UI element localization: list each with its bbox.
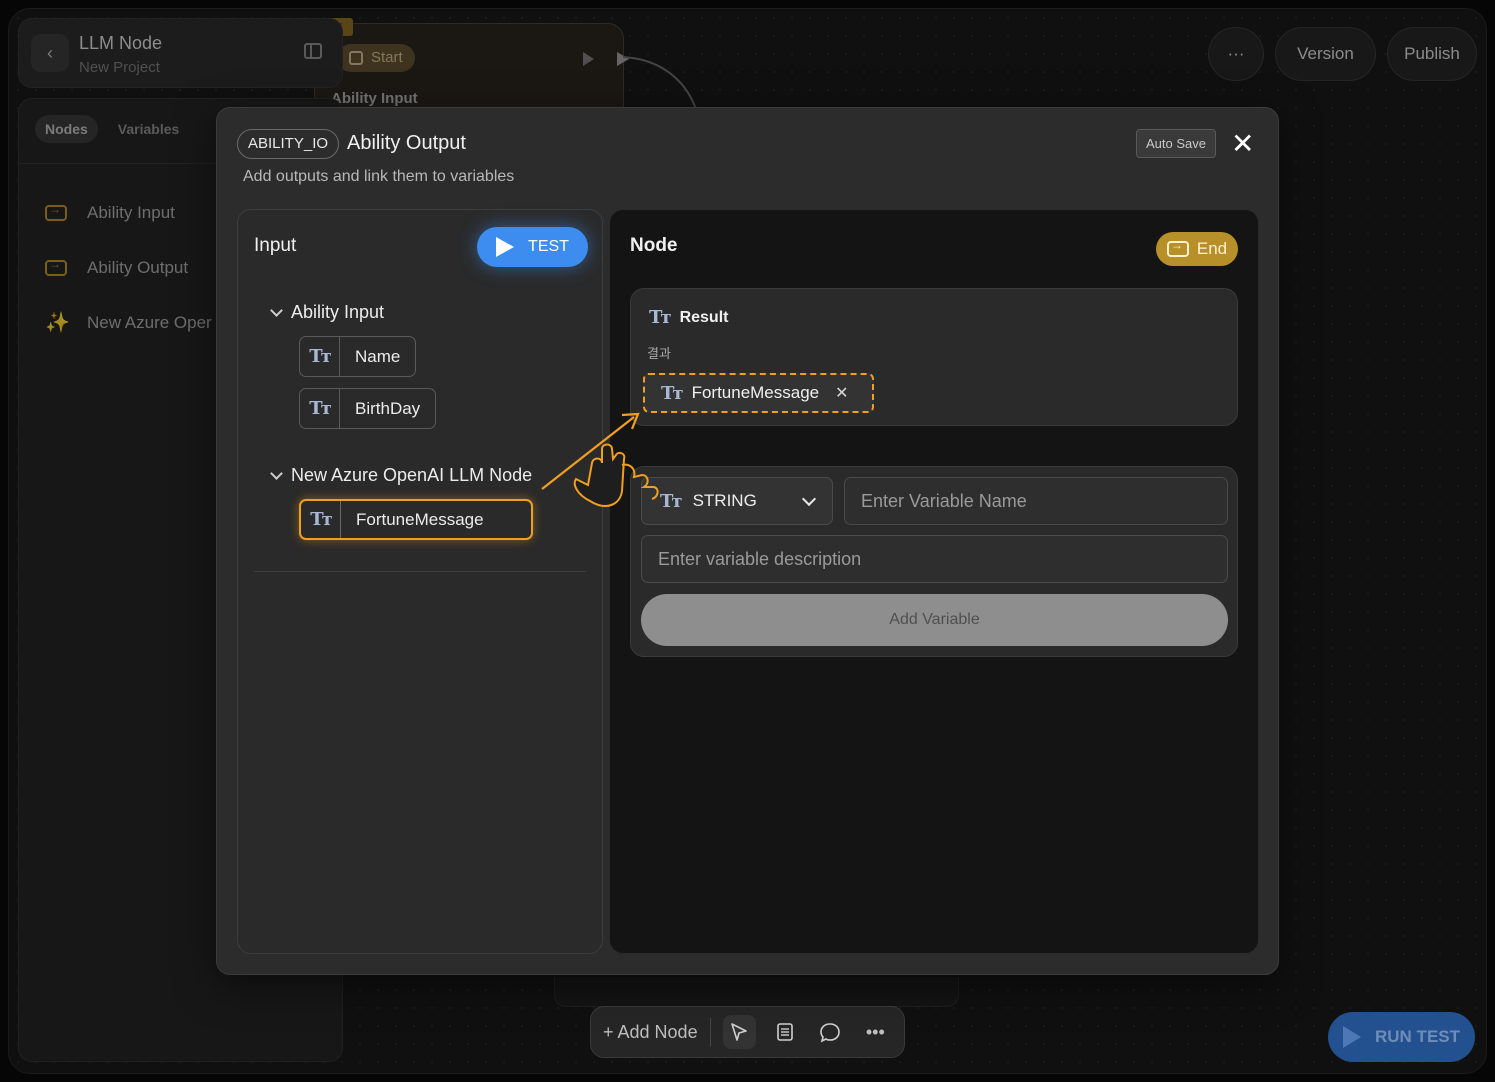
side-tabs: Nodes Variables — [35, 115, 189, 143]
tab-nodes[interactable]: Nodes — [35, 115, 98, 143]
output-variable-card: Tт Result 결과 Tт FortuneMessage ✕ — [630, 288, 1238, 426]
modal-title: Ability Output — [347, 132, 466, 154]
test-button[interactable]: TEST — [477, 227, 588, 267]
pointer-icon[interactable] — [722, 1015, 756, 1049]
drag-hand-icon — [541, 412, 659, 507]
text-type-icon: Tт — [661, 382, 684, 404]
text-type-icon: Tт — [649, 307, 672, 328]
divider — [254, 571, 586, 572]
group-azure-openai[interactable]: New Azure OpenAI LLM Node — [270, 465, 533, 486]
io-icon — [45, 202, 67, 221]
run-test-label: RUN TEST — [1375, 1027, 1460, 1046]
ability-output-modal: ABILITY_IO Ability Output Add outputs an… — [216, 107, 1279, 975]
start-node-label: Ability Input — [331, 90, 418, 107]
sidebar-toggle-icon[interactable] — [304, 43, 322, 59]
variable-chip-name[interactable]: Tт Name — [299, 336, 417, 377]
more-menu-button[interactable]: ··· — [1208, 27, 1264, 81]
output-variable-name: Result — [679, 308, 729, 326]
output-variable-description: 결과 — [647, 346, 671, 361]
chevron-down-icon — [270, 466, 283, 480]
more-icon[interactable]: ••• — [859, 1015, 892, 1049]
sidebar-item-ability-output[interactable]: Ability Output — [45, 256, 188, 280]
sidebar-item-ability-input[interactable]: Ability Input — [45, 201, 175, 225]
start-pill: Start — [337, 44, 415, 72]
bottom-toolbar: + Add Node ••• — [590, 1006, 905, 1058]
group-label: New Azure OpenAI LLM Node — [291, 465, 533, 485]
add-node-button[interactable]: + Add Node — [603, 1022, 698, 1043]
end-node-pill: End — [1156, 232, 1238, 266]
chevron-down-icon — [801, 491, 817, 507]
new-variable-form: Tт STRING Add Variable — [630, 466, 1238, 657]
sidebar-item-label: New Azure Oper — [87, 313, 212, 332]
variable-label: BirthDay — [355, 398, 421, 418]
end-label: End — [1196, 239, 1228, 258]
sparkle-icon: ✨ — [45, 312, 70, 334]
sidebar-item-label: Ability Input — [87, 203, 175, 222]
text-type-icon: Tт — [301, 501, 341, 538]
note-icon[interactable] — [768, 1015, 801, 1049]
play-icon — [496, 237, 515, 257]
type-select-value: STRING — [692, 491, 757, 510]
project-subtitle: New Project — [79, 59, 160, 76]
version-button[interactable]: Version — [1275, 27, 1376, 81]
toolbar-divider — [709, 1018, 711, 1046]
close-icon[interactable]: ✕ — [1231, 130, 1254, 158]
group-label: Ability Input — [291, 302, 385, 322]
variable-name-input[interactable] — [844, 477, 1228, 525]
sidebar-item-azure-openai[interactable]: ✨ New Azure Oper — [45, 311, 212, 335]
remove-icon[interactable]: ✕ — [835, 383, 848, 403]
input-panel: Input TEST Ability Input Tт Name Tт Birt… — [237, 209, 603, 954]
tab-variables[interactable]: Variables — [108, 115, 190, 143]
text-type-icon: Tт — [300, 389, 340, 428]
variable-label: FortuneMessage — [356, 509, 484, 529]
chevron-left-icon: ‹ — [47, 42, 53, 63]
start-pill-label: Start — [371, 49, 403, 66]
start-icon — [349, 51, 363, 65]
auto-save-button[interactable]: Auto Save — [1136, 129, 1216, 158]
comment-icon[interactable] — [813, 1015, 846, 1049]
variable-chip-birthday[interactable]: Tт BirthDay — [299, 388, 437, 429]
modal-subtitle: Add outputs and link them to variables — [243, 168, 515, 185]
node-action-bar — [554, 977, 959, 1007]
project-card: ‹ LLM Node New Project — [18, 18, 343, 88]
sidebar-item-label: Ability Output — [87, 258, 189, 277]
node-panel: Node End Tт Result 결과 Tт FortuneMessage … — [609, 209, 1259, 954]
test-label: TEST — [528, 238, 569, 255]
output-variable-header: Tт Result — [649, 307, 728, 328]
variable-description-input[interactable] — [641, 535, 1228, 583]
io-icon — [1166, 238, 1189, 257]
add-variable-button[interactable]: Add Variable — [641, 594, 1228, 646]
node-type-badge: ABILITY_IO — [237, 129, 340, 159]
project-title: LLM Node — [79, 33, 163, 53]
play-icon[interactable] — [583, 52, 594, 66]
run-test-button[interactable]: RUN TEST — [1328, 1012, 1475, 1062]
publish-button[interactable]: Publish — [1387, 27, 1477, 81]
play-icon — [1343, 1026, 1361, 1048]
linked-variable-label: FortuneMessage — [691, 383, 820, 402]
node-panel-title: Node — [630, 235, 678, 256]
group-ability-input[interactable]: Ability Input — [270, 302, 385, 323]
text-type-icon: Tт — [300, 337, 340, 376]
io-icon — [45, 257, 67, 276]
input-panel-title: Input — [254, 235, 297, 256]
back-button[interactable]: ‹ — [31, 34, 69, 72]
variable-label: Name — [355, 346, 401, 366]
chevron-down-icon — [270, 303, 283, 317]
variable-chip-fortunemessage[interactable]: Tт FortuneMessage — [299, 499, 533, 540]
